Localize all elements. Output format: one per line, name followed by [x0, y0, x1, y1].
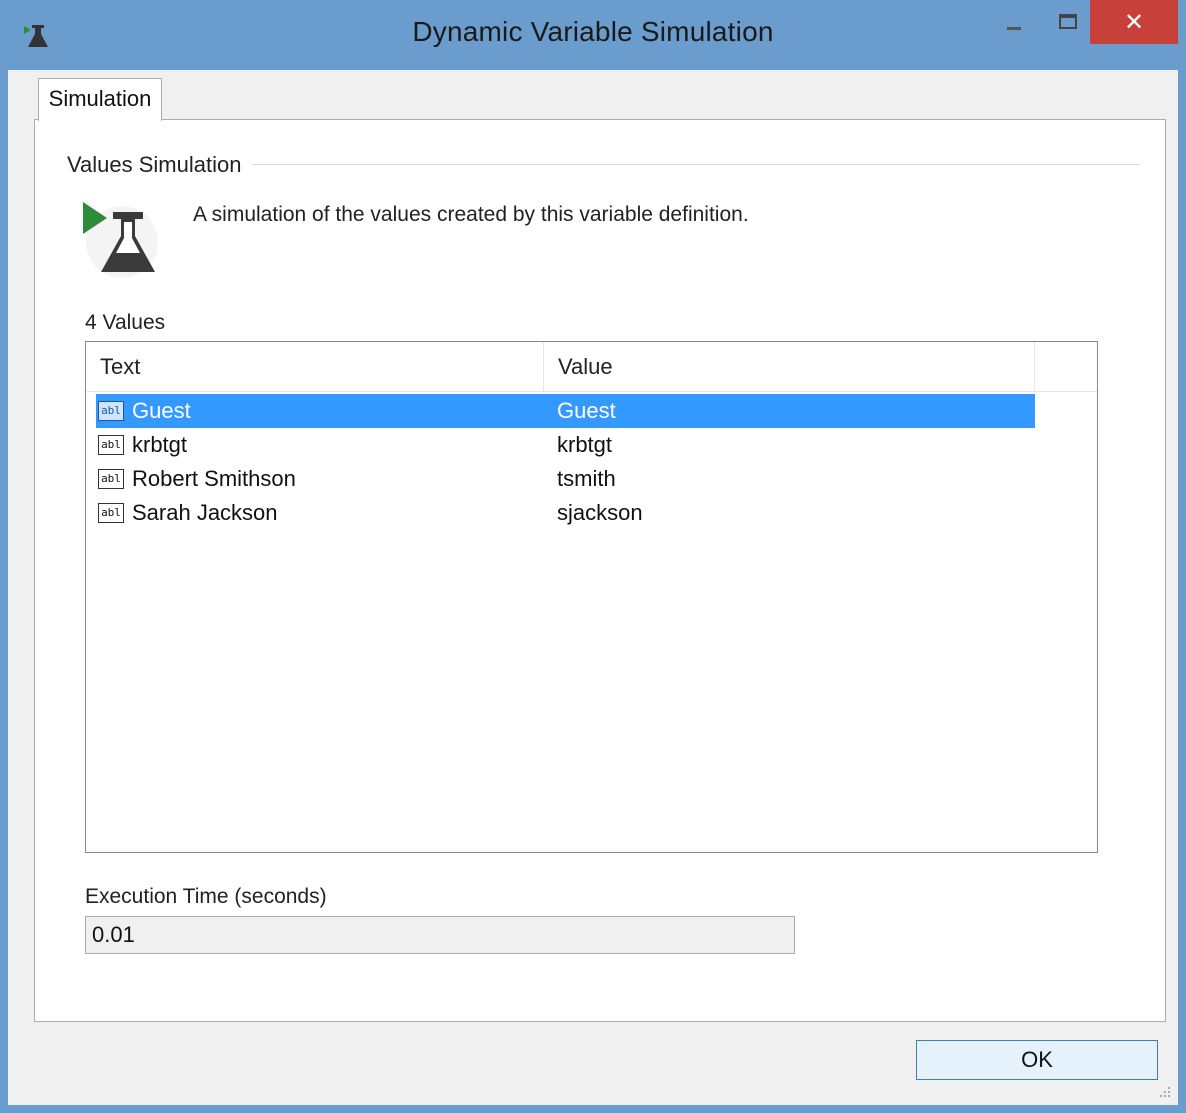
minimize-icon — [1007, 26, 1021, 30]
text-value-icon: abl — [98, 469, 124, 489]
table-row[interactable]: abl Guest Guest — [96, 394, 1035, 428]
values-listview[interactable]: Text Value abl Guest Guest abl krbtgt kr… — [85, 341, 1098, 853]
tab-simulation[interactable]: Simulation — [38, 78, 162, 121]
row-value: sjackson — [557, 500, 643, 525]
row-text: krbtgt — [132, 432, 188, 457]
text-value-icon: abl — [98, 435, 124, 455]
text-value-icon: abl — [98, 503, 124, 523]
execution-time-field[interactable]: 0.01 — [85, 916, 795, 954]
values-count-label: 4 Values — [85, 311, 166, 334]
simulation-tab-panel: Values Simulation A simulation of the va… — [34, 119, 1166, 1022]
column-header-text[interactable]: Text — [86, 342, 544, 392]
minimize-button[interactable] — [992, 0, 1036, 42]
execution-time-label: Execution Time (seconds) — [85, 885, 327, 908]
resize-grip-icon[interactable] — [1158, 1085, 1172, 1099]
close-icon: ✕ — [1123, 8, 1145, 36]
group-title: Values Simulation — [67, 152, 252, 178]
row-text: Sarah Jackson — [132, 500, 278, 525]
row-text: Robert Smithson — [132, 466, 296, 491]
table-row[interactable]: abl Sarah Jackson sjackson — [96, 496, 1035, 530]
maximize-button[interactable] — [1048, 0, 1088, 42]
dialog-window: Dynamic Variable Simulation ✕ Simulation… — [0, 0, 1186, 1113]
maximize-icon — [1059, 13, 1077, 29]
column-header-value[interactable]: Value — [544, 342, 1035, 392]
close-button[interactable]: ✕ — [1090, 0, 1178, 44]
row-value: Guest — [557, 398, 616, 423]
ok-button[interactable]: OK — [916, 1040, 1158, 1080]
flask-play-icon — [83, 202, 158, 278]
title-bar[interactable]: Dynamic Variable Simulation ✕ — [0, 0, 1186, 70]
table-row[interactable]: abl krbtgt krbtgt — [96, 428, 1035, 462]
table-row[interactable]: abl Robert Smithson tsmith — [96, 462, 1035, 496]
row-text: Guest — [132, 398, 191, 423]
text-value-icon: abl — [98, 401, 124, 421]
dialog-client-area: Simulation Values Simulation A simulatio… — [8, 70, 1178, 1105]
row-value: krbtgt — [557, 432, 613, 457]
listview-header: Text Value — [86, 342, 1097, 392]
group-description: A simulation of the values created by th… — [193, 203, 749, 226]
row-value: tsmith — [557, 466, 616, 491]
